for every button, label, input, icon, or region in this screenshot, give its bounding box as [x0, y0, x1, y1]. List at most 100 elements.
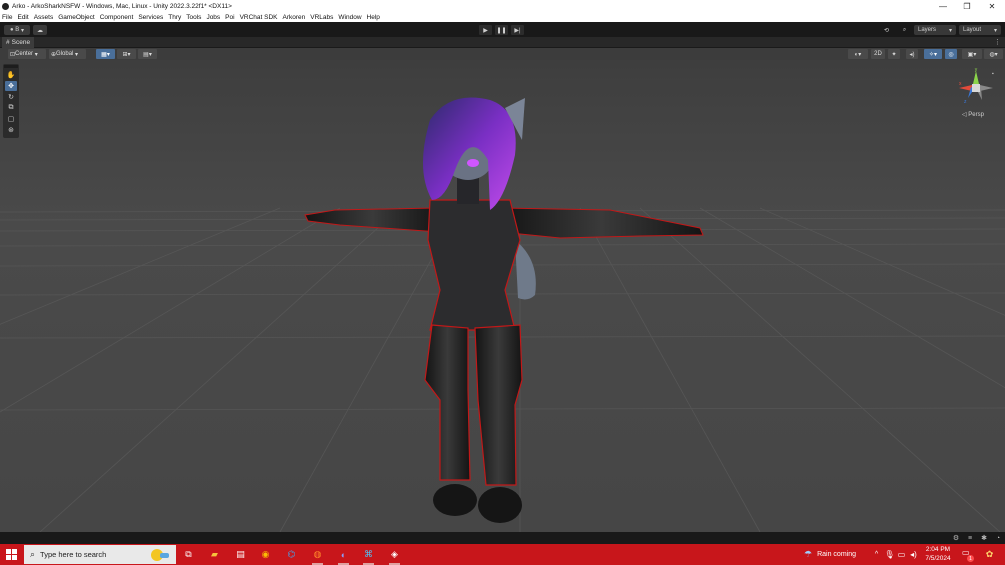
space-label: Global: [56, 51, 74, 57]
pivot-dropdown[interactable]: ⊡ Center ▾: [8, 49, 46, 59]
rotate-icon: ↻: [8, 94, 14, 101]
debug-status-icon[interactable]: ✱: [980, 534, 988, 542]
camera-settings-button[interactable]: ▣▾: [962, 49, 982, 59]
firefox-icon[interactable]: ◍: [310, 547, 325, 565]
menu-window[interactable]: Window: [338, 14, 361, 21]
camera-icon: ▣▾: [967, 51, 977, 58]
hand-tool-button[interactable]: ✋: [5, 70, 17, 80]
close-button[interactable]: ✕: [980, 0, 1004, 12]
grid-toggle-icon: ▤▾: [143, 51, 152, 58]
layout-dropdown[interactable]: Layout ▾: [959, 25, 1001, 35]
snap-icon: ⊞▾: [122, 51, 131, 58]
scene-toolbar: ⊡ Center ▾ ⊕ Global ▾ ▦▾ ⊞▾ ▤▾ ◐▾ 2D ✦ ◂) …: [0, 48, 1005, 60]
volume-icon[interactable]: ◂): [906, 547, 921, 562]
search-icon: ⌕: [30, 549, 36, 559]
network-status-icon[interactable]: ⚙: [952, 534, 960, 542]
unity-taskbar-icon[interactable]: ◈: [387, 547, 402, 565]
rotate-tool-button[interactable]: ↻: [5, 92, 17, 102]
menu-vrlabs[interactable]: VRLabs: [310, 14, 333, 21]
effects-toggle-button[interactable]: ✧▾: [924, 49, 942, 59]
menu-tools[interactable]: Tools: [186, 14, 201, 21]
play-icon: ▶: [483, 27, 488, 34]
gizmo-lock-icon[interactable]: ▪: [992, 71, 994, 77]
gizmo-neg-x-axis[interactable]: [980, 85, 993, 91]
gizmos-button[interactable]: ◍▾: [984, 49, 1003, 59]
space-dropdown[interactable]: ⊕ Global ▾: [49, 49, 86, 59]
chrome-icon[interactable]: ◉: [258, 547, 273, 562]
grid-visibility-button[interactable]: ▤▾: [138, 49, 157, 59]
clock-time: 2:04 PM: [925, 546, 951, 553]
weather-widget[interactable]: ☂ Rain coming: [804, 544, 856, 565]
menu-edit[interactable]: Edit: [17, 14, 28, 21]
lightbulb-icon: ✦: [891, 51, 897, 58]
effects-icon: ✧▾: [928, 51, 938, 58]
toggle-2d-button[interactable]: 2D: [871, 49, 885, 59]
history-button[interactable]: ⟲: [880, 25, 893, 35]
tab-scene-label: Scene: [11, 39, 31, 46]
tool-palette: ✋ ✥ ↻ ⧉ ▢ ⊛: [3, 64, 19, 138]
menu-vrchat-sdk[interactable]: VRChat SDK: [240, 14, 278, 21]
main-toolbar: ● B ▾ ☁ ▶ ❚❚ ▶| ⟲ ⌕ Layers ▾ Layout ▾: [0, 22, 1005, 37]
windows-start-button[interactable]: [6, 549, 17, 560]
gizmo-center[interactable]: [972, 84, 980, 92]
cache-status-icon[interactable]: ◔: [994, 534, 1002, 542]
menu-assets[interactable]: Assets: [34, 14, 54, 21]
window-title: Arko - ArkoSharkNSFW - Windows, Mac, Lin…: [12, 2, 232, 10]
file-explorer-icon[interactable]: ▰: [207, 547, 222, 562]
discord-icon[interactable]: ◐: [336, 547, 351, 565]
scene-tab-bar: # Scene ⋮: [0, 37, 1005, 48]
menu-help[interactable]: Help: [367, 14, 380, 21]
restore-button[interactable]: ❐: [955, 0, 979, 12]
chevron-down-icon: ▾: [948, 27, 952, 34]
account-button[interactable]: ● B ▾: [4, 25, 30, 35]
step-button[interactable]: ▶|: [511, 25, 524, 35]
draw-mode-button[interactable]: ◐▾: [848, 49, 868, 59]
vscode-icon[interactable]: ⌘: [361, 547, 376, 565]
tab-scene[interactable]: # Scene: [2, 37, 35, 48]
task-view-icon[interactable]: ⧉: [181, 547, 196, 562]
menu-poi[interactable]: Poi: [225, 14, 234, 21]
layers-dropdown[interactable]: Layers ▾: [914, 25, 956, 35]
pivot-label: Center: [15, 51, 34, 57]
orientation-gizmo[interactable]: y x z ▪: [956, 68, 996, 108]
menu-gameobject[interactable]: GameObject: [58, 14, 95, 21]
move-tool-button[interactable]: ✥: [5, 81, 17, 91]
cloud-button[interactable]: ☁: [33, 25, 47, 35]
microsoft-store-icon[interactable]: ▤: [233, 547, 248, 562]
search-highlight-icon: [151, 549, 169, 561]
account-icon: ●: [10, 27, 14, 33]
transform-icon: ⊛: [8, 127, 14, 134]
pause-button[interactable]: ❚❚: [495, 25, 508, 35]
taskbar-clock[interactable]: 2:04 PM 7/5/2024: [920, 546, 956, 563]
menu-file[interactable]: File: [2, 14, 12, 21]
menu-services[interactable]: Services: [138, 14, 163, 21]
menu-arkoren[interactable]: Arkoren: [283, 14, 306, 21]
audio-toggle-button[interactable]: ◂): [906, 49, 918, 59]
menu-component[interactable]: Component: [100, 14, 134, 21]
more-options-icon[interactable]: ⋮: [994, 38, 1001, 46]
gizmo-label-z: z: [964, 99, 967, 105]
step-icon: ▶|: [514, 27, 521, 34]
grid-snap-button[interactable]: ▦▾: [96, 49, 115, 59]
copilot-icon[interactable]: ✿: [982, 547, 997, 562]
play-button[interactable]: ▶: [479, 25, 492, 35]
search-button[interactable]: ⌕: [898, 25, 911, 35]
code-editor-icon[interactable]: ⌬: [284, 547, 299, 562]
menu-jobs[interactable]: Jobs: [206, 14, 220, 21]
taskbar-search-box[interactable]: ⌕ Type here to search: [24, 545, 176, 564]
scene-viewport[interactable]: [0, 60, 1005, 532]
chevron-down-icon: ▾: [993, 27, 997, 34]
hidden-objects-button[interactable]: ◎: [945, 49, 957, 59]
search-placeholder: Type here to search: [40, 550, 107, 559]
tool-palette-handle[interactable]: [4, 65, 18, 68]
persp-label[interactable]: ◁ Persp: [962, 111, 984, 118]
layers-status-icon[interactable]: ≡: [966, 534, 974, 542]
menu-thry[interactable]: Thry: [168, 14, 181, 21]
transform-tool-button[interactable]: ⊛: [5, 125, 17, 135]
rect-tool-button[interactable]: ▢: [5, 114, 17, 124]
lighting-toggle-button[interactable]: ✦: [888, 49, 900, 59]
rect-icon: ▢: [7, 116, 15, 123]
scale-tool-button[interactable]: ⧉: [5, 103, 17, 113]
snap-increment-button[interactable]: ⊞▾: [117, 49, 136, 59]
minimize-button[interactable]: —: [931, 0, 955, 12]
